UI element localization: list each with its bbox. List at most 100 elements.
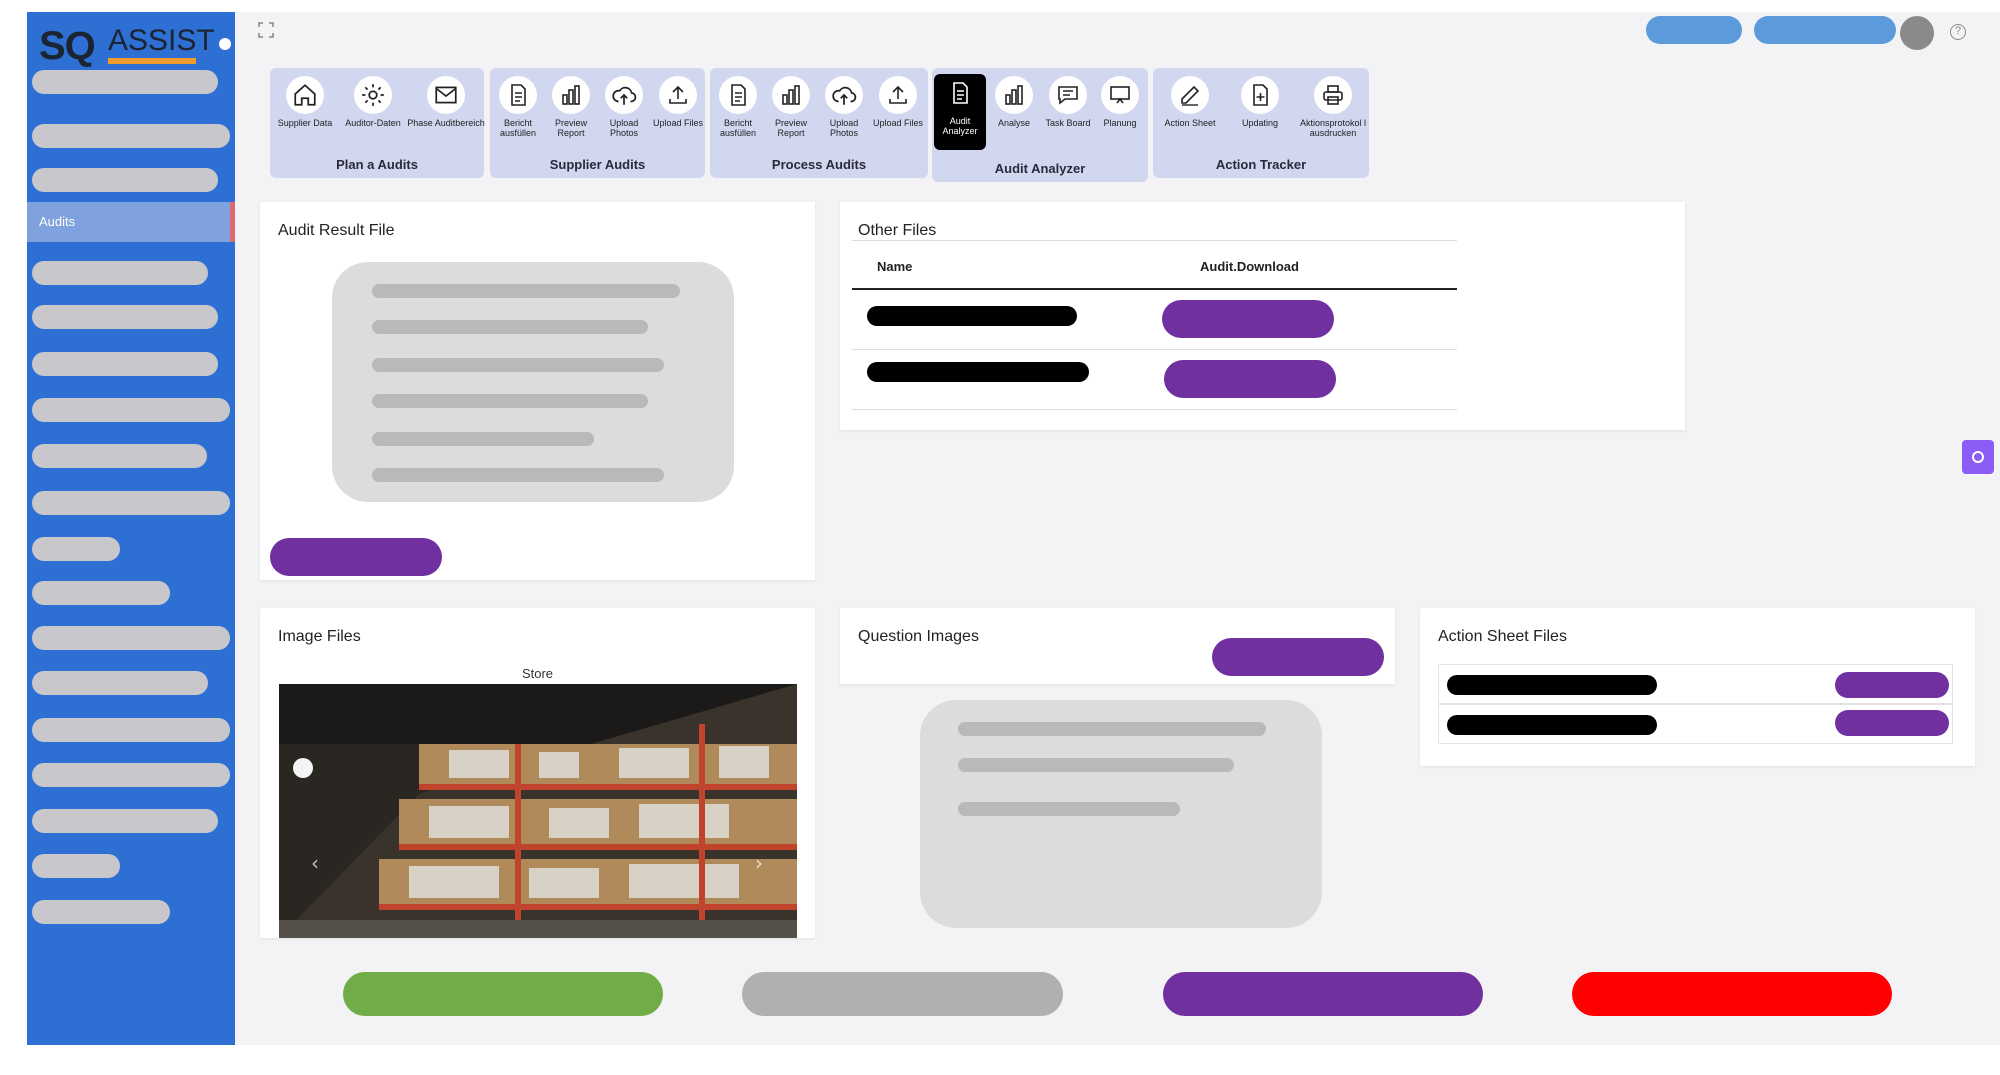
toolbar-task-board[interactable]: Task Board [1040,76,1096,156]
printer-icon [1323,85,1343,105]
toolbar-preview-report[interactable]: Preview Report [765,76,817,156]
download-button[interactable] [1835,672,1949,698]
app-logo[interactable]: SQ ASSIST [39,20,231,68]
carousel-prev-icon: ‹ [311,851,319,875]
floating-settings-button[interactable] [1962,440,1994,474]
toolbar-group-supplier-audits: Bericht ausfüllen Preview Report Upload … [490,68,705,178]
toolbar-action-sheet[interactable]: Action Sheet [1161,76,1219,156]
toolbar-upload-files[interactable]: Upload Files [650,76,706,156]
toolbar-upload-photos[interactable]: Upload Photos [818,76,870,156]
logo-sq-text: SQ [39,24,96,68]
file-plus-icon [1253,84,1268,106]
toolbar-aktionsprotokoll-ausdrucken[interactable]: Aktionsprotokol l ausdrucken [1299,76,1367,156]
sidebar-item[interactable] [32,398,230,422]
download-button[interactable] [1164,360,1336,398]
document-icon [511,84,526,106]
redacted-filename [867,306,1077,326]
sidebar-item-audits[interactable]: Audits [27,202,235,242]
presentation-icon [1110,86,1130,104]
sidebar-item[interactable] [32,763,230,787]
sidebar-item[interactable] [32,581,170,605]
sidebar-item[interactable] [32,70,218,94]
audit-result-action-button[interactable] [270,538,442,576]
download-button[interactable] [1835,710,1949,736]
sidebar-item[interactable] [32,537,120,561]
sidebar-item[interactable] [32,718,230,742]
upload-icon [669,85,687,104]
toolbar-bericht-ausfuellen[interactable]: Bericht ausfüllen [712,76,764,156]
toolbar-preview-report[interactable]: Preview Report [545,76,597,156]
red-action-button[interactable] [1572,972,1892,1016]
download-button[interactable] [1162,300,1334,338]
toolbar-audit-analyzer[interactable]: Audit Analyzer [934,74,986,150]
toolbar-item-label: Phase Auditbereich [407,118,485,128]
avatar[interactable] [1900,16,1934,50]
loading-placeholder [920,700,1322,928]
document-icon [731,84,746,106]
toolbar-item-label: Auditor-Daten [345,118,401,128]
card-title: Other Files [858,222,937,239]
toolbar-phase-auditbereich[interactable]: Phase Auditbereich [406,76,486,156]
toolbar-group-process-audits: Bericht ausfüllen Preview Report Upload … [710,68,928,178]
toolbar-item-label: Audit Analyzer [942,116,978,136]
toolbar-item-label: Bericht ausfüllen [719,118,757,138]
toolbar-analyse[interactable]: Analyse [988,76,1040,156]
purple-action-button[interactable] [1163,972,1483,1016]
topbar-button[interactable] [1646,16,1742,44]
sidebar-item[interactable] [32,900,170,924]
sidebar-item[interactable] [32,261,208,285]
sidebar-item[interactable] [32,854,120,878]
card-title: Question Images [858,628,979,645]
toolbar-item-label: Preview Report [774,118,807,138]
card-title: Action Sheet Files [1438,628,1567,645]
toolbar-updating[interactable]: Updating [1231,76,1289,156]
toolbar-item-label: Updating [1241,118,1279,128]
sidebar-item[interactable] [32,491,230,515]
toolbar-item-label: Action Sheet [1164,118,1216,128]
toolbar-supplier-data[interactable]: Supplier Data [270,76,340,156]
sidebar-item[interactable] [32,671,208,695]
toolbar-item-label: Upload Photos [609,118,639,138]
question-images-action-button[interactable] [1212,638,1384,676]
sidebar-item[interactable] [32,626,230,650]
toolbar-upload-files[interactable]: Upload Files [870,76,926,156]
sidebar-toggle-icon[interactable] [219,38,231,50]
table-row [852,350,1457,410]
green-action-button[interactable] [343,972,663,1016]
toolbar-auditor-daten[interactable]: Auditor-Daten [338,76,408,156]
card-title: Image Files [278,628,361,645]
expand-icon[interactable] [258,22,274,38]
carousel-next-icon: › [755,851,763,875]
sidebar-item[interactable] [32,168,218,192]
bar-chart-icon [562,85,580,105]
sidebar-item-label: Audits [39,214,76,229]
warehouse-image: ‹ › [279,684,797,938]
toolbar-item-label: Planung [1103,118,1137,128]
sidebar-item[interactable] [32,444,207,468]
help-icon[interactable]: ? [1950,24,1966,40]
column-header-download: Audit.Download [1200,259,1299,274]
home-icon [294,84,316,106]
sidebar: SQ ASSIST Audits [27,12,235,1045]
toolbar-group-title: Audit Analyzer [994,161,1086,176]
sidebar-item[interactable] [32,124,230,148]
gray-action-button[interactable] [742,972,1063,1016]
bar-chart-icon [1005,85,1023,105]
toolbar-group-title: Action Tracker [1215,157,1307,172]
redacted-filename [1447,715,1657,735]
column-header-name: Name [877,259,913,274]
toolbar-bericht-ausfuellen[interactable]: Bericht ausfüllen [492,76,544,156]
toolbar-item-label: Upload Files [652,118,704,128]
toolbar-item-label: Task Board [1045,118,1091,128]
toolbar-planung[interactable]: Planung [1094,76,1146,156]
sidebar-item[interactable] [32,809,218,833]
list-item [1438,704,1953,744]
logo-underline [108,58,196,64]
sidebar-item[interactable] [32,305,218,329]
other-files-table-header: Name Audit.Download [852,240,1457,290]
toolbar-upload-photos[interactable]: Upload Photos [598,76,650,156]
topbar-button[interactable] [1754,16,1896,44]
message-icon [1058,86,1078,105]
sidebar-item[interactable] [32,352,218,376]
toolbar-group-title: Process Audits [771,157,867,172]
